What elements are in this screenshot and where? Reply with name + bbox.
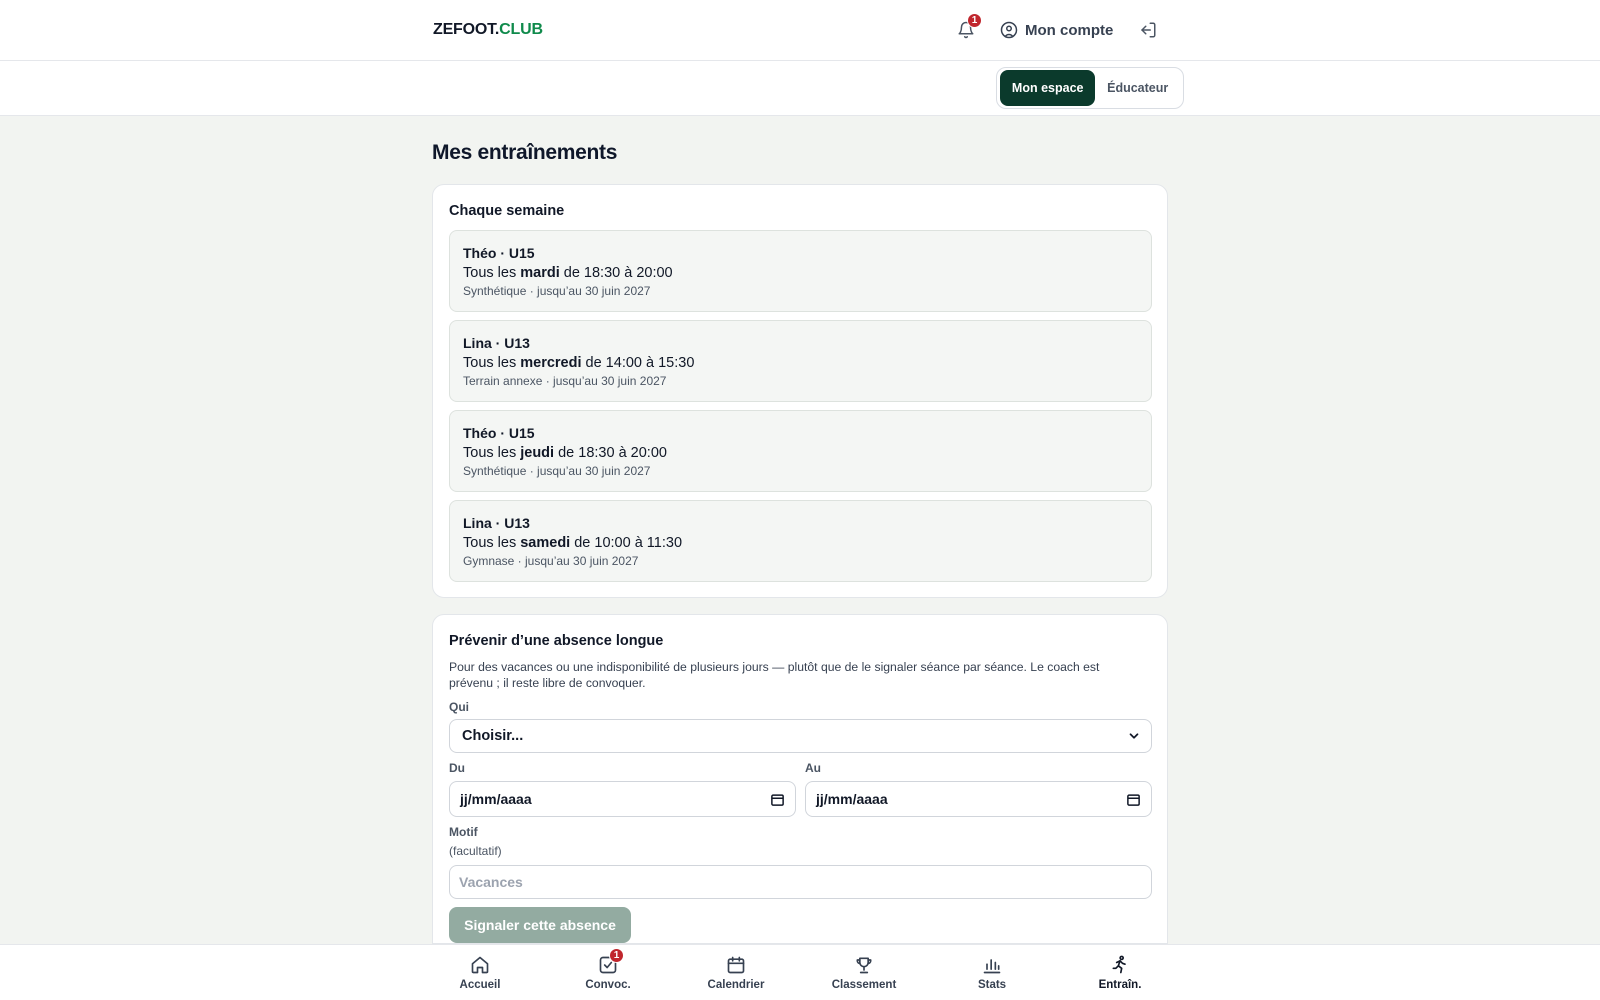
to-label: Au (805, 761, 821, 775)
absence-description: Pour des vacances ou une indisponibilité… (449, 660, 1100, 690)
nav-label: Stats (977, 979, 1007, 991)
weekly-trainings-card: Chaque semaine Théo · U15 Tous les mardi… (432, 184, 1168, 598)
nav-item-convoc[interactable]: 1 Convoc. (558, 945, 658, 1000)
session-schedule: Tous les jeudi de 18:30 à 20:00 (463, 445, 667, 461)
reason-field[interactable] (449, 865, 1152, 899)
trophy-icon (856, 957, 872, 974)
bar-chart-icon (983, 959, 1001, 974)
date-to-field[interactable]: jj/mm/aaaa (805, 781, 1152, 817)
calendar-picker-icon[interactable] (770, 792, 785, 807)
account-label: Mon compte (1025, 21, 1114, 39)
brand-logo[interactable]: ZEFOOT.CLUB (433, 21, 543, 39)
who-select[interactable]: Choisir... (449, 719, 1152, 753)
who-select-value: Choisir... (462, 728, 524, 744)
session-item[interactable]: Lina · U13 Tous les samedi de 10:00 à 11… (449, 500, 1152, 582)
bottom-nav: Accueil 1 Convoc. Calendrier Classement … (0, 944, 1600, 1000)
session-meta: Synthétique · jusqu’au 30 juin 2027 (463, 464, 651, 478)
brand-accent: CLUB (499, 21, 543, 38)
reason-input[interactable] (459, 874, 1142, 890)
chevron-down-icon (1129, 733, 1139, 739)
nav-item-stats[interactable]: Stats (942, 945, 1042, 1000)
session-player: Théo · U15 (463, 245, 535, 261)
session-meta: Synthétique · jusqu’au 30 juin 2027 (463, 284, 651, 298)
logout-button[interactable] (1137, 19, 1159, 41)
session-player: Théo · U15 (463, 425, 535, 441)
logout-icon (1141, 22, 1156, 38)
nav-item-classement[interactable]: Classement (814, 945, 914, 1000)
calendar-picker-icon[interactable] (1126, 792, 1141, 807)
session-schedule: Tous les mardi de 18:30 à 20:00 (463, 265, 673, 281)
account-button[interactable]: Mon compte (1000, 19, 1113, 41)
session-meta: Gymnase · jusqu’au 30 juin 2027 (463, 554, 639, 568)
convoc-badge: 1 (609, 948, 624, 963)
reason-hint: (facultatif) (449, 844, 502, 858)
who-label: Qui (449, 700, 469, 714)
weekly-title: Chaque semaine (449, 203, 565, 219)
date-from-value: jj/mm/aaaa (460, 791, 532, 807)
nav-label: Calendrier (707, 979, 765, 991)
space-switcher: Mon espace Éducateur (996, 67, 1184, 109)
session-schedule: Tous les samedi de 10:00 à 11:30 (463, 535, 683, 551)
tab-mon-espace[interactable]: Mon espace (1000, 70, 1096, 106)
session-player: Lina · U13 (463, 515, 530, 531)
from-label: Du (449, 761, 465, 775)
home-icon (471, 956, 489, 974)
absence-title: Prévenir d’une absence longue (449, 633, 664, 649)
report-absence-button[interactable]: Signaler cette absence (449, 907, 631, 943)
running-icon (1112, 955, 1126, 974)
nav-label: Convoc. (585, 979, 631, 991)
sub-bar: Mon espace Éducateur (0, 61, 1600, 116)
session-item[interactable]: Lina · U13 Tous les mercredi de 14:00 à … (449, 320, 1152, 402)
reason-label: Motif (449, 825, 478, 839)
date-from-field[interactable]: jj/mm/aaaa (449, 781, 796, 817)
notification-badge: 1 (967, 13, 982, 28)
session-player: Lina · U13 (463, 335, 530, 351)
calendar-icon (727, 956, 745, 974)
nav-item-calendrier[interactable]: Calendrier (686, 945, 786, 1000)
notifications-button[interactable]: 1 (955, 13, 982, 41)
nav-label: Entraîn. (1098, 979, 1142, 991)
session-meta: Terrain annexe · jusqu’au 30 juin 2027 (463, 374, 667, 388)
session-item[interactable]: Théo · U15 Tous les jeudi de 18:30 à 20:… (449, 410, 1152, 492)
session-item[interactable]: Théo · U15 Tous les mardi de 18:30 à 20:… (449, 230, 1152, 312)
page-title: Mes entraînements (432, 141, 618, 164)
tab-educateur[interactable]: Éducateur (1095, 70, 1180, 106)
user-circle-icon (1000, 21, 1018, 39)
long-absence-card: Prévenir d’une absence longue Pour des v… (432, 614, 1168, 944)
nav-label: Accueil (459, 979, 501, 991)
date-to-value: jj/mm/aaaa (816, 791, 888, 807)
brand-main: ZEFOOT. (433, 21, 500, 38)
session-schedule: Tous les mercredi de 14:00 à 15:30 (463, 355, 695, 371)
nav-item-entrainements[interactable]: Entraîn. (1070, 945, 1170, 1000)
nav-item-accueil[interactable]: Accueil (430, 945, 530, 1000)
nav-label: Classement (831, 979, 897, 991)
top-bar: ZEFOOT.CLUB 1 Mon compte (0, 0, 1600, 61)
